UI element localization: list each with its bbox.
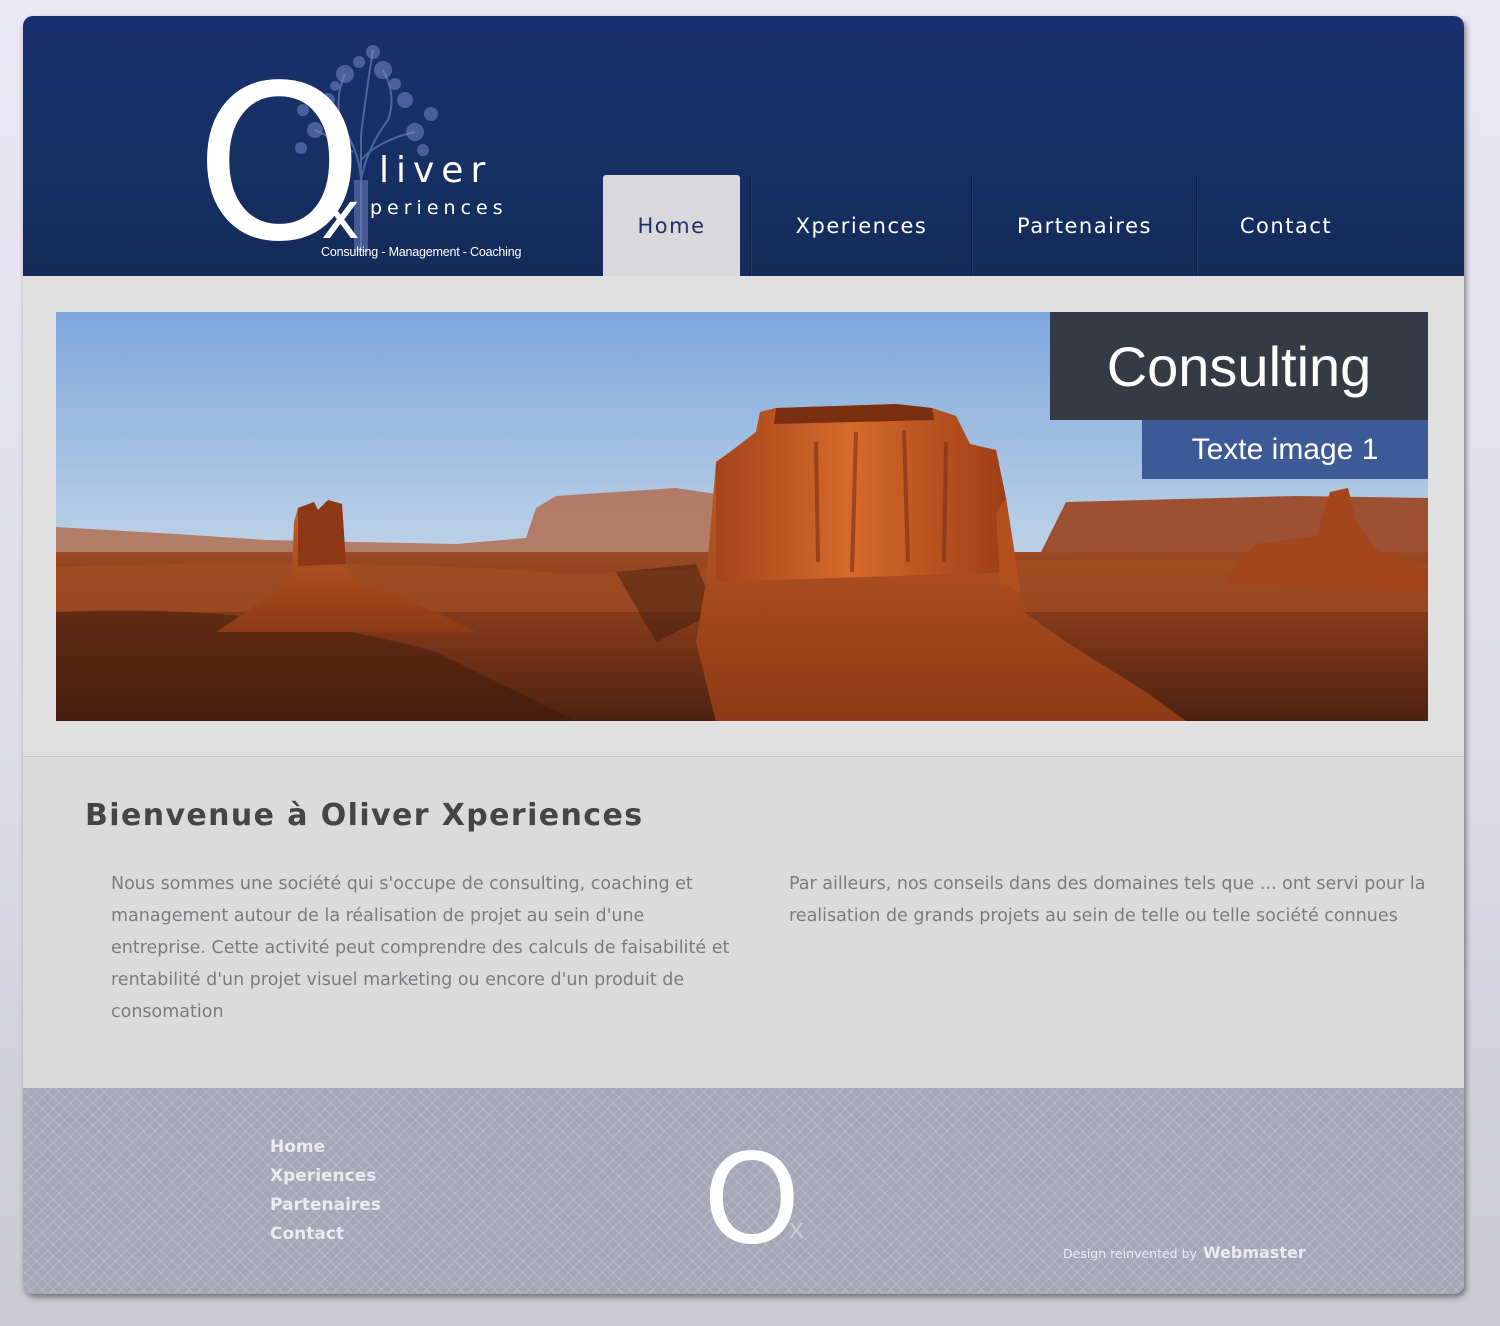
footer-link-home[interactable]: Home — [270, 1133, 381, 1162]
footer-link-contact[interactable]: Contact — [270, 1220, 381, 1249]
footer-link-partenaires[interactable]: Partenaires — [270, 1191, 381, 1220]
page: O x liver periences Consulting - Managem… — [23, 16, 1464, 1294]
banner-section: Consulting Texte image 1 — [23, 276, 1464, 757]
credit-webmaster-link[interactable]: Webmaster — [1203, 1243, 1306, 1262]
site-logo[interactable]: O x liver periences Consulting - Managem… — [183, 40, 523, 260]
secondary-paragraph: Par ailleurs, nos conseils dans des doma… — [789, 874, 1426, 926]
header: O x liver periences Consulting - Managem… — [23, 16, 1464, 276]
logo-letter-x: x — [321, 177, 360, 254]
main-content: Bienvenue à Oliver Xperiences Nous somme… — [23, 758, 1464, 1088]
credit-prefix: Design reinvented by — [1063, 1246, 1197, 1261]
nav-contact[interactable]: Contact — [1198, 175, 1374, 276]
design-credit: Design reinvented by Webmaster — [1063, 1243, 1306, 1262]
banner-caption-subtitle: Texte image 1 — [1142, 420, 1428, 479]
intro-paragraph: Nous sommes une société qui s'occupe de … — [111, 874, 730, 1022]
nav-partenaires[interactable]: Partenaires — [973, 175, 1196, 276]
logo-tagline: Consulting - Management - Coaching — [321, 245, 522, 259]
footer-logo: O x — [703, 1134, 805, 1249]
nav-xperiences[interactable]: Xperiences — [752, 175, 971, 276]
nav-home[interactable]: Home — [603, 175, 740, 276]
footer-logo-o: O — [703, 1134, 801, 1249]
banner-slideshow[interactable]: Consulting Texte image 1 — [56, 312, 1428, 721]
footer-nav: Home Xperiences Partenaires Contact — [270, 1133, 381, 1249]
footer-link-xperiences[interactable]: Xperiences — [270, 1162, 381, 1191]
page-title: Bienvenue à Oliver Xperiences — [85, 798, 644, 833]
logo-word-liver: liver — [379, 150, 493, 191]
main-nav: Home Xperiences Partenaires Contact — [603, 175, 1374, 276]
footer: Home Xperiences Partenaires Contact O x … — [23, 1088, 1464, 1294]
logo-word-periences: periences — [370, 197, 508, 219]
banner-caption-title: Consulting — [1050, 312, 1428, 420]
footer-logo-x: x — [788, 1212, 805, 1245]
